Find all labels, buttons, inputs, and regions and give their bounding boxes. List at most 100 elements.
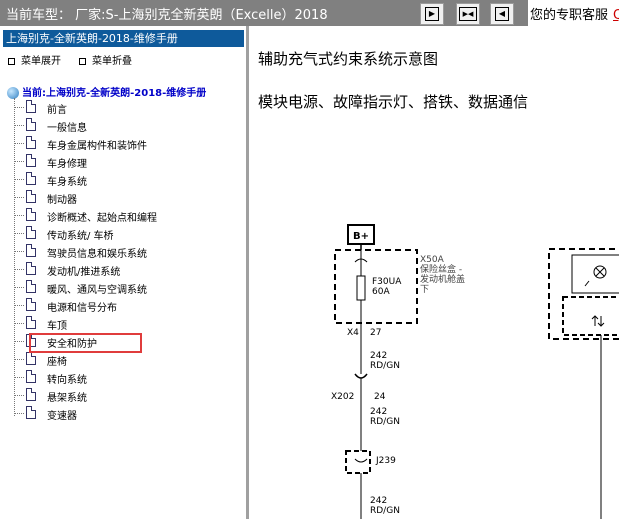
document-icon [26, 154, 36, 167]
tree-item-label: 电源和信号分布 [47, 303, 117, 314]
tree-item-label: 转向系统 [47, 375, 87, 386]
tree-branch-line [14, 269, 24, 270]
tree-item[interactable]: 发动机/推进系统 [14, 262, 244, 278]
document-icon [26, 172, 36, 185]
tree-root[interactable]: 当前:上海别克-全新英朗-2018-维修手册 [7, 84, 206, 99]
tree-item-label: 发动机/推进系统 [47, 267, 121, 278]
tree-item-label: 制动器 [47, 195, 77, 206]
document-icon [26, 118, 36, 131]
connector-1-pin: 27 [370, 328, 381, 338]
fusebox-desc-2: 发动机舱盖 [420, 273, 465, 285]
tree-item-label: 车身修理 [47, 159, 87, 170]
tree-item[interactable]: 变速器 [14, 406, 244, 422]
collapse-box-icon [79, 57, 86, 65]
wire-3-color: RD/GN [370, 506, 400, 516]
indicator-lamp-box [571, 254, 619, 294]
fuse-symbol [356, 275, 366, 301]
arrows-inout-icon: ▶◀ [459, 7, 477, 21]
menu-collapse-button[interactable]: 菜单折叠 [79, 52, 132, 67]
tree-item[interactable]: 悬架系统 [14, 388, 244, 404]
nav-last-button[interactable]: ◀ [490, 3, 514, 25]
tree-item[interactable]: 车身系统 [14, 172, 244, 188]
lamp-cross-icon [595, 267, 605, 277]
tree-item-label: 悬架系统 [47, 393, 87, 404]
tree-item[interactable]: 制动器 [14, 190, 244, 206]
data-module-box [562, 296, 619, 336]
tree-branch-line [14, 287, 24, 288]
tree-item[interactable]: 前言 [14, 100, 244, 116]
document-icon [26, 370, 36, 383]
menu-collapse-label: 菜单折叠 [92, 56, 132, 67]
splice-name: J239 [375, 456, 396, 466]
tree-branch-line [14, 305, 24, 306]
tree-branch-line [14, 125, 24, 126]
tree-item[interactable]: 转向系统 [14, 370, 244, 386]
wire-1-gauge: 242 [370, 351, 387, 361]
globe-icon [7, 87, 19, 99]
content-pane: 辅助充气式约束系统示意图 模块电源、故障指示灯、搭铁、数据通信 B+ F30UA… [249, 26, 619, 519]
tree-item[interactable]: 一般信息 [14, 118, 244, 134]
tree-branch-line [14, 395, 24, 396]
tree-item[interactable]: 驾驶员信息和娱乐系统 [14, 244, 244, 260]
customer-service-area: 您的专职客服 Q [528, 0, 619, 26]
tree-branch-line [14, 323, 24, 324]
tree-item[interactable]: 暖风、通风与空调系统 [14, 280, 244, 296]
fusebox-id: X50A [420, 255, 445, 265]
tree-item-label: 车顶 [47, 321, 67, 332]
connector-2-name: X202 [331, 392, 354, 402]
fuse-name: F30UA [372, 277, 402, 287]
tree-root-label: 当前:上海别克-全新英朗-2018-维修手册 [22, 88, 207, 99]
tree-branch-line [14, 341, 24, 342]
tree-item[interactable]: 车顶 [14, 316, 244, 332]
tree-item[interactable]: 诊断概述、起始点和编程 [14, 208, 244, 224]
manual-title-header[interactable]: 上海别克-全新英朗-2018-维修手册 [3, 30, 244, 47]
document-icon [26, 100, 36, 113]
tree-item-label: 一般信息 [47, 123, 87, 134]
tree-branch-line [14, 377, 24, 378]
document-icon [26, 190, 36, 203]
fusebox-desc-1: 保险丝盒 - [420, 263, 462, 275]
power-label: B+ [353, 231, 369, 242]
tree-item[interactable]: 电源和信号分布 [14, 298, 244, 314]
fuse-rating: 60A [372, 287, 390, 297]
document-icon [26, 406, 36, 419]
tree-item-label: 车身金属构件和装饰件 [47, 141, 147, 152]
lamp-ray-icon [584, 280, 590, 287]
tree-item-label: 传动系统/ 车桥 [47, 231, 114, 242]
selection-highlight-box [29, 333, 142, 353]
expand-box-icon [8, 57, 15, 65]
inline-connector-symbol [354, 373, 368, 379]
connector-2-pin: 24 [374, 392, 386, 402]
document-icon [26, 388, 36, 401]
tree-branch-line [14, 161, 24, 162]
tree-item[interactable]: 传动系统/ 车桥 [14, 226, 244, 242]
tree-branch-line [14, 215, 24, 216]
nav-toggle-button[interactable]: ▶◀ [456, 3, 480, 25]
menu-expand-label: 菜单展开 [21, 56, 61, 67]
tree-item[interactable]: 车身修理 [14, 154, 244, 170]
tree-item-label: 前言 [47, 105, 67, 116]
document-icon [26, 262, 36, 275]
tree-item[interactable]: 车身金属构件和装饰件 [14, 136, 244, 152]
current-vehicle-title: 当前车型： 厂家:S-上海别克全新英朗（Excelle）2018 [6, 8, 328, 23]
document-icon [26, 244, 36, 257]
wire-2-gauge: 242 [370, 407, 387, 417]
tree-item-label: 诊断概述、起始点和编程 [47, 213, 157, 224]
document-icon [26, 280, 36, 293]
tree-item-label: 座椅 [47, 357, 67, 368]
arrow-left-icon: ◀ [495, 7, 509, 21]
tree-branch-line [14, 413, 24, 414]
document-icon [26, 352, 36, 365]
tree-branch-line [14, 107, 24, 108]
customer-service-link[interactable]: Q [613, 8, 619, 23]
tree-item-label: 驾驶员信息和娱乐系统 [47, 249, 147, 260]
tree-branch-line [14, 359, 24, 360]
document-icon [26, 136, 36, 149]
nav-first-button[interactable]: ▶ [420, 3, 444, 25]
menu-expand-button[interactable]: 菜单展开 [8, 52, 61, 67]
tree-item-label: 变速器 [47, 411, 77, 422]
splice-symbol [354, 458, 368, 463]
tree-item[interactable]: 座椅 [14, 352, 244, 368]
customer-service-text: 您的专职客服 [530, 8, 609, 23]
fusebox-desc-3: 下 [420, 285, 429, 295]
